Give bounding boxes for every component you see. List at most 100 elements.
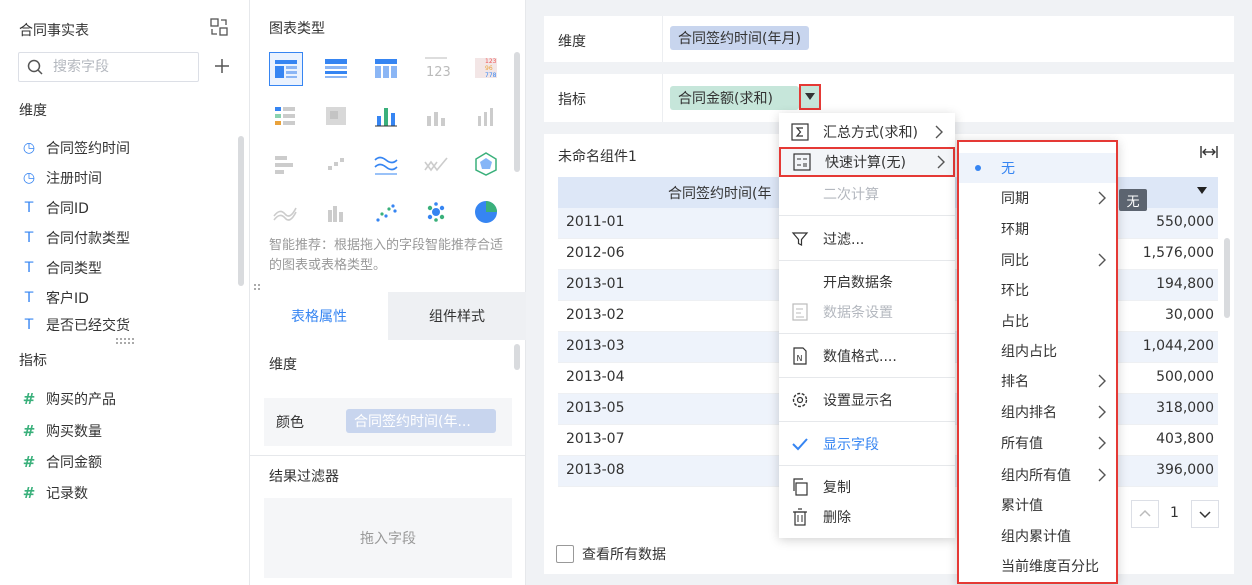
filter-drop-zone[interactable]: 拖入字段	[264, 498, 512, 578]
chart-type-pie-icon[interactable]	[470, 196, 504, 230]
add-field-icon[interactable]	[212, 56, 232, 76]
dimension-field[interactable]: ◷ 合同签约时间	[21, 137, 130, 159]
chart-type-heatmap-icon[interactable]	[320, 100, 354, 134]
svg-text:778: 778	[485, 72, 497, 79]
chart-type-line-icon[interactable]	[370, 148, 404, 182]
dimension-field[interactable]: ◷ 注册时间	[21, 167, 102, 189]
table-scrollbar[interactable]	[1224, 238, 1230, 318]
chart-type-table-icon[interactable]	[269, 52, 303, 86]
chart-type-bubble-icon[interactable]	[420, 196, 454, 230]
sort-triangle-icon[interactable]	[1196, 185, 1208, 197]
menu-item-filter[interactable]: 过滤...	[779, 224, 955, 254]
switch-table-icon[interactable]	[210, 18, 228, 36]
search-icon	[27, 59, 43, 75]
quick-calc-option[interactable]: 所有值	[959, 428, 1116, 458]
field-panel: 合同事实表 维度 ◷合同签约时间 ◷注册时间 T合同ID T合同付款类型 T合同…	[0, 0, 250, 585]
dimension-field[interactable]: T 合同付款类型	[21, 227, 130, 249]
menu-item-show-field[interactable]: 显示字段	[779, 429, 955, 459]
quick-calc-option[interactable]: 占比	[959, 306, 1116, 336]
chart-type-stacked-bar-icon[interactable]	[370, 100, 404, 134]
menu-item-databar-settings[interactable]: 数据条设置	[779, 297, 955, 327]
measure-field[interactable]: # 合同金额	[21, 451, 102, 473]
menu-item-number-format[interactable]: N 数值格式....	[779, 341, 955, 371]
chart-type-radar-icon[interactable]	[470, 148, 504, 182]
chevron-right-icon	[1098, 405, 1106, 419]
quick-calc-option[interactable]: 组内所有值	[959, 460, 1116, 490]
menu-item-quick-calc[interactable]: 快速计算(无)	[779, 147, 955, 177]
dimension-field[interactable]: T 合同ID	[21, 197, 89, 219]
prev-page-button[interactable]	[1131, 500, 1159, 528]
column-header-date[interactable]: 合同签约时间(年	[668, 183, 771, 203]
chart-type-list-icon[interactable]	[269, 100, 303, 134]
menu-item-delete[interactable]: 删除	[779, 502, 955, 532]
dimension-scrollbar[interactable]	[238, 136, 244, 286]
table-title: 合同事实表	[19, 23, 89, 39]
property-scrollbar[interactable]	[514, 344, 520, 370]
tab-table-properties[interactable]: 表格属性	[250, 292, 388, 340]
dimension-field[interactable]: T 客户ID	[21, 287, 89, 309]
measure-field[interactable]: # 购买的产品	[21, 388, 116, 410]
chart-type-stream-icon[interactable]	[269, 196, 303, 230]
divider	[779, 215, 955, 216]
gear-icon	[791, 391, 809, 409]
number-type-icon: #	[22, 390, 36, 408]
show-all-checkbox[interactable]	[556, 545, 574, 563]
chart-type-kpi-icon[interactable]: 123	[420, 52, 454, 86]
quick-calc-option[interactable]: 组内占比	[959, 336, 1116, 366]
chart-type-scrollbar[interactable]	[514, 52, 520, 172]
quick-calc-option[interactable]: 同期	[959, 183, 1116, 213]
measure-field[interactable]: # 记录数	[21, 482, 88, 504]
quick-calc-option[interactable]: 环期	[959, 214, 1116, 244]
dimension-field[interactable]: T 是否已经交货	[21, 317, 130, 333]
measure-field[interactable]: # 购买数量	[21, 420, 102, 442]
number-type-icon: #	[22, 422, 36, 440]
quick-calc-option[interactable]: 组内排名	[959, 397, 1116, 427]
next-page-button[interactable]	[1191, 500, 1219, 528]
chart-type-group-table-icon[interactable]	[320, 52, 354, 86]
menu-item-summary[interactable]: 汇总方式(求和)	[779, 117, 955, 147]
chevron-right-icon	[937, 155, 945, 169]
svg-text:N: N	[797, 354, 803, 363]
measure-config-label: 指标	[558, 92, 586, 108]
measure-dropdown-button[interactable]	[799, 84, 821, 110]
chart-type-range-icon[interactable]	[269, 148, 303, 182]
sigma-icon	[791, 123, 809, 141]
quick-calc-option[interactable]: 环比	[959, 275, 1116, 305]
chart-type-column-icon[interactable]	[470, 100, 504, 134]
chart-type-scatter-bar-icon[interactable]	[320, 148, 354, 182]
resize-handle[interactable]	[116, 338, 134, 344]
divider	[779, 333, 955, 334]
chart-type-cross-table-icon[interactable]	[370, 52, 404, 86]
menu-item-copy[interactable]: 复制	[779, 472, 955, 502]
chart-type-scatter-icon[interactable]	[370, 196, 404, 230]
dimension-field[interactable]: T 合同类型	[21, 257, 102, 279]
quick-calc-option[interactable]: 当前维度百分比	[959, 551, 1116, 581]
tab-component-style[interactable]: 组件样式	[388, 292, 526, 340]
dimension-section-label: 维度	[19, 103, 47, 119]
field-search-input[interactable]	[53, 57, 193, 77]
measure-section-label: 指标	[19, 353, 47, 369]
chart-type-title: 图表类型	[269, 21, 325, 37]
show-all-data[interactable]: 查看所有数据	[556, 544, 666, 564]
chart-type-grouped-bar-icon[interactable]	[320, 196, 354, 230]
quick-calc-option[interactable]: 无	[959, 153, 1116, 183]
color-label: 颜色	[276, 415, 304, 431]
divider	[779, 421, 955, 422]
text-type-icon: T	[24, 200, 34, 216]
chart-type-detail-table-icon[interactable]: 123 96 778	[470, 52, 504, 86]
expand-width-icon[interactable]	[1199, 144, 1219, 160]
chart-type-bar-icon[interactable]	[420, 100, 454, 134]
quick-calc-option[interactable]: 累计值	[959, 490, 1116, 520]
page-number: 1	[1170, 505, 1179, 521]
quick-calc-option[interactable]: 组内累计值	[959, 521, 1116, 551]
menu-item-enable-databar[interactable]: 开启数据条	[779, 267, 955, 297]
menu-item-secondary-calc[interactable]: 二次计算	[779, 179, 955, 209]
measure-chip[interactable]: 合同金额(求和)	[670, 86, 799, 110]
quick-calc-option[interactable]: 同比	[959, 245, 1116, 275]
color-field-chip[interactable]: 合同签约时间(年...	[346, 409, 496, 433]
divider	[662, 16, 663, 62]
quick-calc-option[interactable]: 排名	[959, 366, 1116, 396]
dimension-chip[interactable]: 合同签约时间(年月)	[670, 26, 809, 50]
menu-item-display-name[interactable]: 设置显示名	[779, 385, 955, 415]
chart-type-area-icon[interactable]	[420, 148, 454, 182]
